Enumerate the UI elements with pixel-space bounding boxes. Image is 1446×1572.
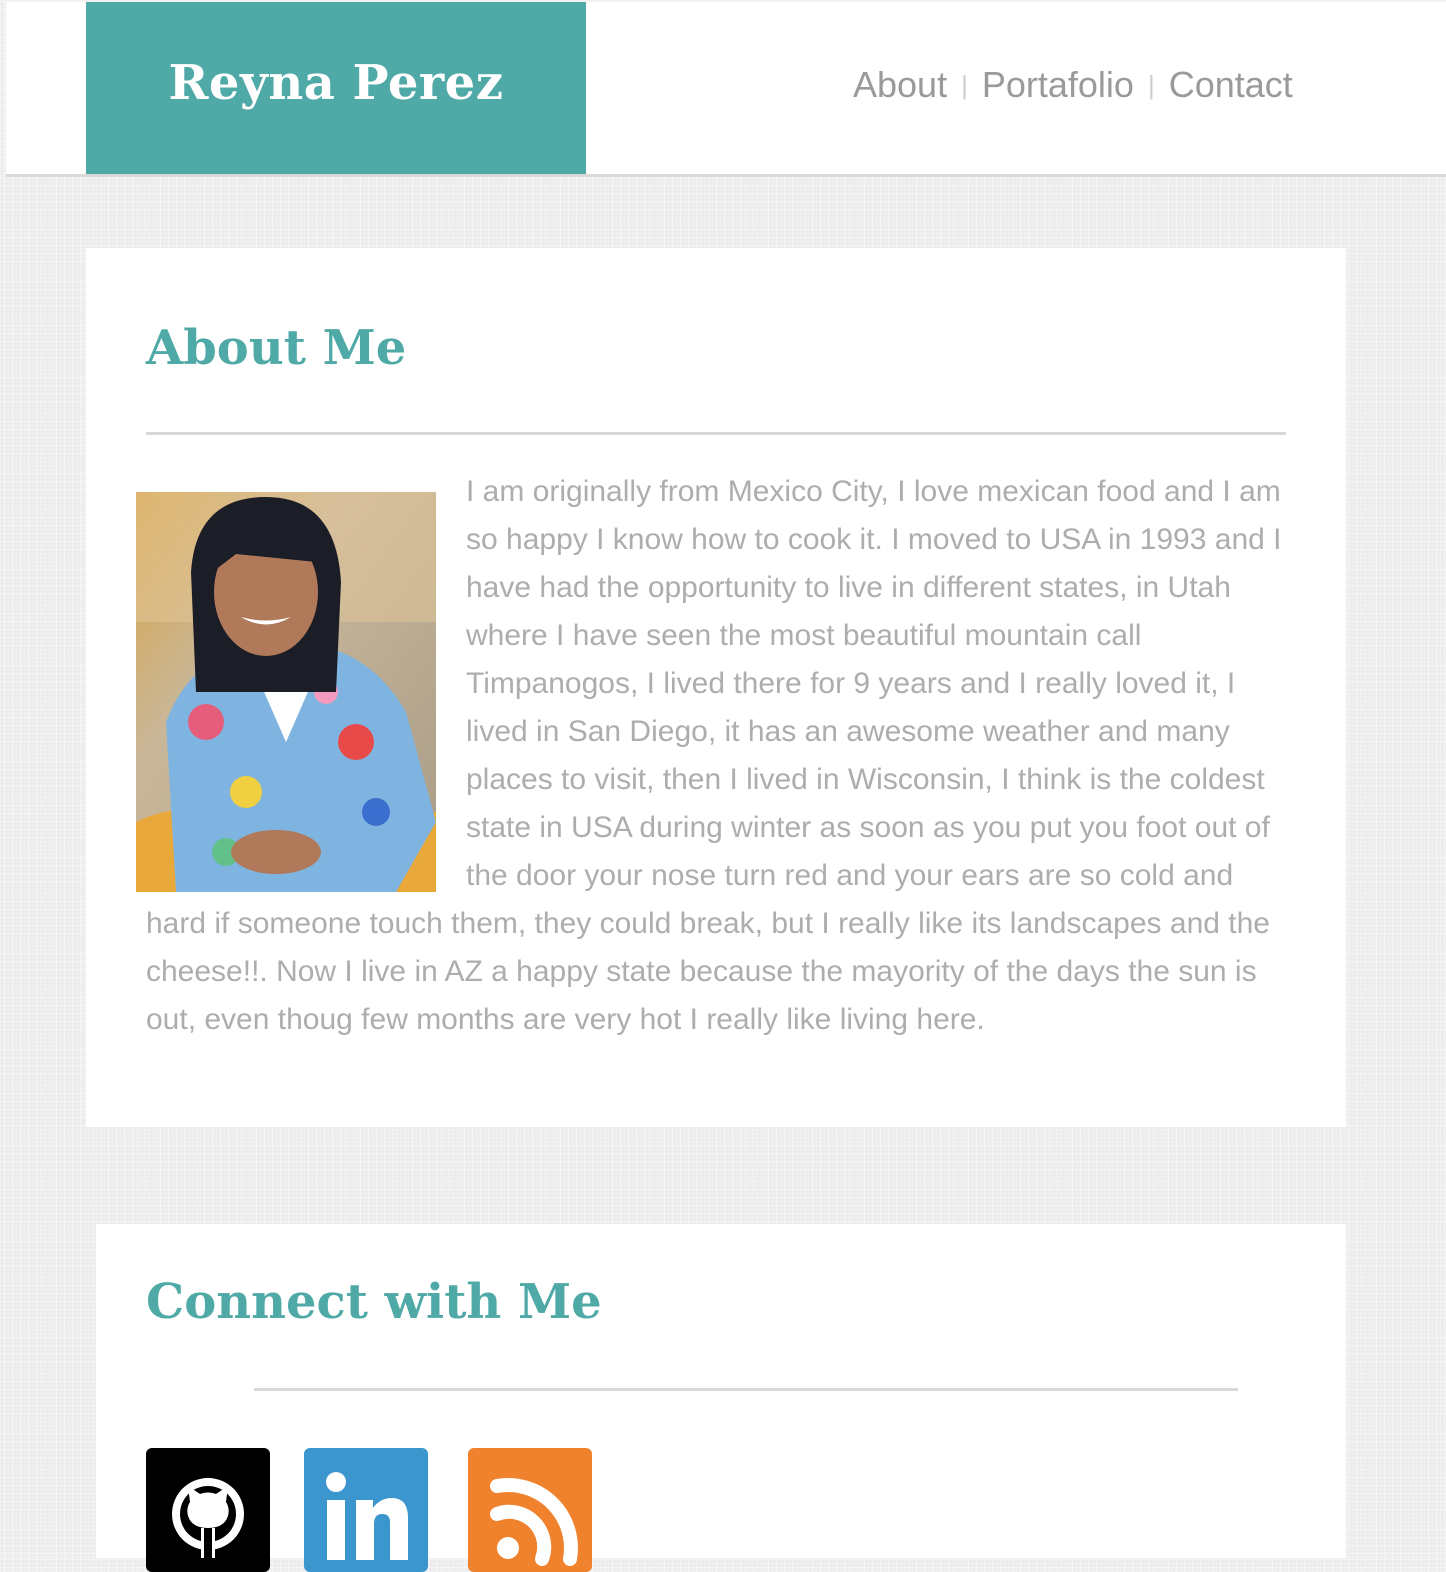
connect-title: Connect with Me: [146, 1274, 602, 1330]
nav-separator: |: [1147, 69, 1155, 100]
rss-link[interactable]: [468, 1448, 592, 1572]
nav-link-portafolio[interactable]: Portafolio: [982, 64, 1134, 106]
site-header: Reyna Perez About | Portafolio | Contact: [6, 2, 1446, 177]
connect-section: Connect with Me: [96, 1224, 1346, 1572]
about-title: About Me: [146, 320, 407, 376]
nav-link-contact[interactable]: Contact: [1169, 64, 1293, 106]
github-icon: [172, 1478, 244, 1558]
profile-photo: [136, 492, 436, 892]
site-title[interactable]: Reyna Perez: [169, 55, 504, 111]
nav-link-about[interactable]: About: [853, 64, 947, 106]
rss-icon: [490, 1478, 578, 1566]
connect-divider: [254, 1388, 1238, 1391]
about-divider: [146, 432, 1286, 435]
linkedin-link[interactable]: [304, 1448, 428, 1572]
about-section: About Me I am originally from Mexico Cit…: [86, 248, 1346, 1127]
main-nav: About | Portafolio | Contact: [853, 64, 1293, 106]
github-link[interactable]: [146, 1448, 270, 1572]
nav-separator: |: [961, 69, 968, 100]
about-text-block: I am originally from Mexico City, I love…: [136, 468, 1286, 1044]
linkedin-icon: [326, 1472, 408, 1560]
brand-block[interactable]: Reyna Perez: [86, 2, 586, 174]
